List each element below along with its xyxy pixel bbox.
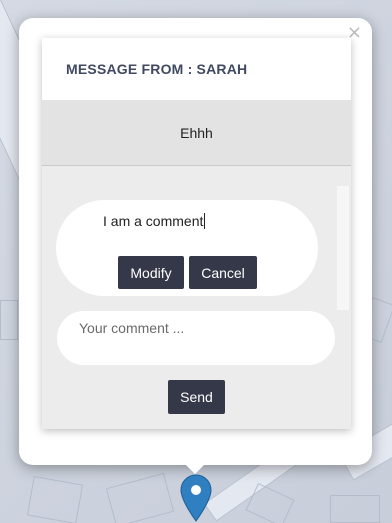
map-marker-icon[interactable] bbox=[180, 474, 212, 522]
comment-edit-field[interactable]: I am a comment bbox=[103, 213, 206, 229]
comment-edit-box[interactable]: I am a comment Modify Cancel bbox=[56, 200, 318, 296]
cancel-button[interactable]: Cancel bbox=[189, 256, 257, 289]
map-building bbox=[330, 495, 380, 523]
new-comment-input[interactable] bbox=[57, 311, 335, 365]
message-card: MESSAGE FROM : SARAH Ehhh I am a comment… bbox=[42, 38, 351, 429]
text-caret bbox=[204, 213, 206, 229]
comments-scrollbar[interactable] bbox=[337, 186, 349, 310]
send-button[interactable]: Send bbox=[168, 380, 225, 414]
message-header: MESSAGE FROM : SARAH bbox=[42, 38, 351, 100]
modify-button[interactable]: Modify bbox=[118, 256, 184, 289]
message-title: MESSAGE FROM : SARAH bbox=[66, 61, 248, 77]
map-building bbox=[0, 300, 18, 340]
map-building bbox=[26, 475, 84, 523]
message-body: Ehhh bbox=[42, 100, 351, 166]
map-building bbox=[105, 472, 175, 523]
message-text: Ehhh bbox=[180, 124, 213, 141]
popup-tip bbox=[183, 462, 207, 474]
comments-area: I am a comment Modify Cancel Send bbox=[42, 166, 351, 429]
comment-edit-value: I am a comment bbox=[103, 213, 204, 229]
